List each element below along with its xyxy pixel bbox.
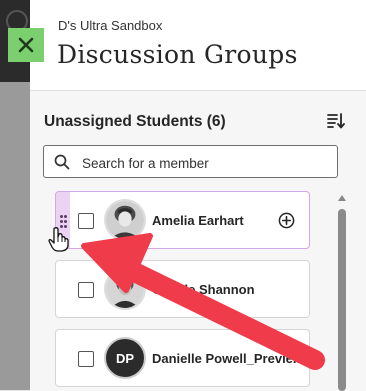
avatar [104, 268, 146, 310]
student-card[interactable]: DP Danielle Powell_Previe... [55, 329, 310, 387]
sort-icon[interactable] [326, 111, 346, 131]
panel-header: D's Ultra Sandbox Discussion Groups [30, 0, 366, 90]
add-icon[interactable] [278, 212, 295, 229]
close-button[interactable] [8, 28, 44, 62]
student-card[interactable]: Amelia Earhart [55, 191, 310, 249]
unassigned-students-panel: Unassigned Students (6) Amelia [30, 90, 366, 391]
page-title: Discussion Groups [57, 40, 298, 69]
student-checkbox[interactable] [78, 213, 94, 229]
search-icon [54, 154, 70, 170]
student-checkbox[interactable] [78, 351, 94, 367]
student-name: Danielle Powell_Previe... [152, 351, 304, 366]
student-card[interactable]: Claude Shannon [55, 260, 310, 318]
search-input[interactable] [80, 152, 334, 174]
scroll-thumb[interactable] [338, 209, 346, 391]
student-name: Claude Shannon [152, 282, 255, 297]
avatar [104, 199, 146, 241]
scroll-up-arrow-icon[interactable] [338, 195, 346, 201]
scrollbar[interactable] [337, 195, 347, 391]
hand-cursor-icon [48, 227, 69, 252]
course-name: D's Ultra Sandbox [58, 18, 163, 33]
close-icon [18, 37, 34, 53]
member-search [43, 145, 338, 178]
avatar: DP [104, 337, 146, 379]
student-name: Amelia Earhart [152, 213, 244, 228]
dimmed-content [0, 82, 30, 390]
section-title: Unassigned Students (6) [44, 113, 226, 130]
student-checkbox[interactable] [78, 282, 94, 298]
